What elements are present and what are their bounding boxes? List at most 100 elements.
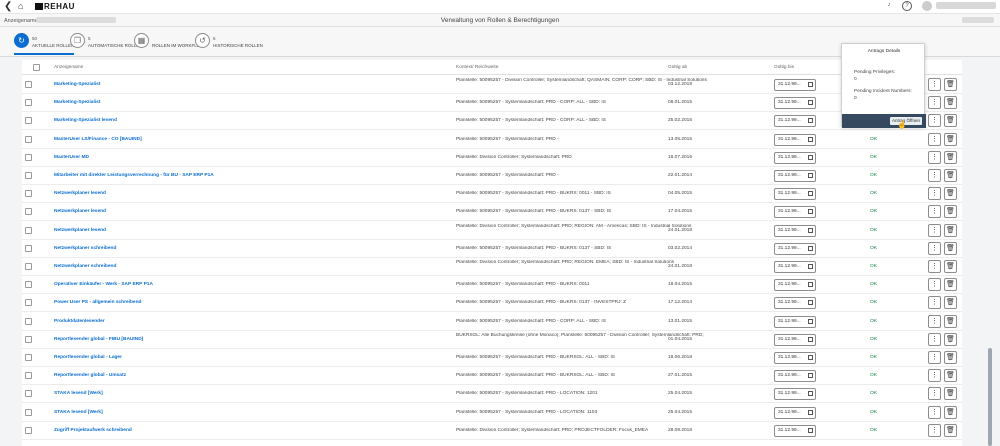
row-checkbox[interactable] bbox=[25, 426, 32, 434]
valid-to-date-input[interactable]: 31.12.99... bbox=[774, 79, 816, 91]
more-options-button[interactable]: ⋮ bbox=[928, 241, 941, 255]
delete-button[interactable]: 🗑 bbox=[944, 241, 957, 255]
calendar-icon[interactable] bbox=[808, 173, 813, 178]
delete-button[interactable]: 🗑 bbox=[944, 278, 957, 292]
calendar-icon[interactable] bbox=[808, 373, 813, 379]
table-row[interactable]: Zugriff Projektaufwerk schreibend Planste… bbox=[22, 422, 962, 440]
role-name-link[interactable]: Netzwerkplaner lesend bbox=[54, 191, 106, 196]
delete-button[interactable]: 🗑 bbox=[944, 260, 957, 273]
delete-button[interactable]: 🗑 bbox=[944, 114, 957, 128]
calendar-icon[interactable] bbox=[808, 245, 813, 251]
role-name-link[interactable]: Netzwerkplaner schreibend bbox=[54, 246, 116, 251]
row-checkbox[interactable] bbox=[25, 408, 32, 416]
delete-button[interactable]: 🗑 bbox=[944, 150, 957, 164]
delete-button[interactable]: 🗑 bbox=[944, 423, 957, 437]
more-options-button[interactable]: ⋮ bbox=[928, 205, 941, 219]
role-name-link[interactable]: Reportlesender global - Umsatz bbox=[54, 373, 126, 378]
row-checkbox[interactable] bbox=[25, 81, 32, 88]
role-name-link[interactable]: Marketing-Spezialist lesend bbox=[54, 118, 117, 123]
delete-button[interactable]: 🗑 bbox=[944, 96, 957, 110]
more-options-button[interactable]: ⋮ bbox=[928, 114, 941, 128]
calendar-icon[interactable] bbox=[808, 427, 813, 433]
role-name-link[interactable]: Mitarbeiter mit direkter Leistungsverrec… bbox=[54, 173, 214, 178]
calendar-icon[interactable] bbox=[808, 282, 813, 288]
row-checkbox[interactable] bbox=[25, 317, 32, 325]
valid-to-date-input[interactable]: 31.12.99... bbox=[774, 115, 816, 128]
more-options-button[interactable]: ⋮ bbox=[928, 132, 941, 146]
help-icon[interactable]: ? bbox=[902, 1, 912, 11]
calendar-icon[interactable] bbox=[808, 191, 813, 197]
role-name-link[interactable]: Power User PS - allgemein schreibend bbox=[54, 300, 141, 305]
calendar-icon[interactable] bbox=[808, 227, 813, 233]
row-checkbox[interactable] bbox=[25, 335, 32, 343]
row-checkbox[interactable] bbox=[25, 244, 32, 252]
table-row[interactable]: STAKA lesend [Werk] Planstelle: 50095257 … bbox=[22, 404, 962, 422]
delete-button[interactable]: 🗑 bbox=[944, 205, 957, 219]
mic-icon[interactable]: ♪ bbox=[884, 1, 894, 11]
more-options-button[interactable]: ⋮ bbox=[928, 405, 941, 419]
role-name-link[interactable]: STAKA lesend [Werk] bbox=[54, 410, 103, 415]
valid-to-date-input[interactable]: 31.12.99... bbox=[774, 424, 816, 437]
calendar-icon[interactable] bbox=[808, 118, 813, 124]
role-name-link[interactable]: MasterUser MD bbox=[54, 155, 89, 160]
table-row[interactable]: Reportlesender global - Lager Planstelle:… bbox=[22, 349, 962, 367]
scrollbar-thumb[interactable] bbox=[988, 348, 992, 446]
more-options-button[interactable]: ⋮ bbox=[928, 78, 941, 91]
table-row[interactable]: Netzwerkplaner schreibend Planstelle: Div… bbox=[22, 258, 962, 276]
valid-to-date-input[interactable]: 31.12.99... bbox=[774, 388, 816, 401]
delete-button[interactable]: 🗑 bbox=[944, 296, 957, 310]
table-row[interactable]: Mitarbeiter mit direkter Leistungsverrec… bbox=[22, 167, 962, 185]
table-row[interactable]: Marketing-Spezialist Planstelle: 50095257… bbox=[22, 76, 962, 94]
valid-to-date-input[interactable]: 31.12.99... bbox=[774, 242, 816, 255]
valid-to-date-input[interactable]: 31.12.99... bbox=[774, 352, 816, 364]
row-checkbox[interactable] bbox=[25, 226, 32, 234]
user-name[interactable] bbox=[936, 2, 996, 9]
valid-to-date-input[interactable]: 31.12.99... bbox=[774, 279, 816, 292]
more-options-button[interactable]: ⋮ bbox=[928, 96, 941, 110]
delete-button[interactable]: 🗑 bbox=[944, 405, 957, 419]
vertical-scrollbar[interactable] bbox=[987, 60, 993, 446]
valid-to-date-input[interactable]: 31.12.99... bbox=[774, 297, 816, 310]
calendar-icon[interactable] bbox=[808, 264, 813, 269]
table-row[interactable]: Netzwerkplaner lesend Planstelle: Divisio… bbox=[22, 222, 962, 240]
table-row[interactable]: Netzwerkplaner lesend Planstelle: 5009525… bbox=[22, 185, 962, 204]
role-name-link[interactable]: Netzwerkplaner schreibend bbox=[54, 264, 116, 269]
table-row[interactable]: Marketing-Spezialist Planstelle: 50095257… bbox=[22, 94, 962, 113]
calendar-icon[interactable] bbox=[808, 318, 813, 324]
valid-to-date-input[interactable]: 31.12.99... bbox=[774, 97, 816, 110]
more-options-button[interactable]: ⋮ bbox=[928, 169, 941, 182]
home-icon[interactable]: ⌂ bbox=[18, 1, 23, 11]
role-name-link[interactable]: Reportlesender global - FIBU [BAUIND] bbox=[54, 337, 143, 342]
delete-button[interactable]: 🗑 bbox=[944, 351, 957, 364]
more-options-button[interactable]: ⋮ bbox=[928, 369, 941, 383]
row-checkbox[interactable] bbox=[25, 172, 32, 179]
valid-to-date-input[interactable]: 31.12.99... bbox=[774, 333, 816, 346]
delete-button[interactable]: 🗑 bbox=[944, 387, 957, 401]
role-name-link[interactable]: MasterUser LS/Finance - CO [BAUIND] bbox=[54, 137, 142, 142]
table-row[interactable]: Netzwerkplaner lesend Planstelle: 5009525… bbox=[22, 203, 962, 222]
row-checkbox[interactable] bbox=[25, 281, 32, 289]
table-row[interactable]: MasterUser MD Planstelle: Division Contro… bbox=[22, 149, 962, 167]
row-checkbox[interactable] bbox=[25, 190, 32, 198]
valid-to-date-input[interactable]: 31.12.99... bbox=[774, 206, 816, 219]
calendar-icon[interactable] bbox=[808, 409, 813, 415]
calendar-icon[interactable] bbox=[808, 100, 813, 106]
row-checkbox[interactable] bbox=[25, 99, 32, 107]
table-row[interactable]: Power User PS - allgemein schreibend Plan… bbox=[22, 294, 962, 313]
avatar[interactable] bbox=[922, 1, 932, 11]
calendar-icon[interactable] bbox=[808, 336, 813, 342]
delete-button[interactable]: 🗑 bbox=[944, 369, 957, 383]
calendar-icon[interactable] bbox=[808, 209, 813, 215]
role-name-link[interactable]: Zugriff Projektaufwerk schreibend bbox=[54, 428, 132, 433]
valid-to-date-input[interactable]: 31.12.99... bbox=[774, 224, 816, 237]
more-options-button[interactable]: ⋮ bbox=[928, 296, 941, 310]
calendar-icon[interactable] bbox=[808, 355, 813, 360]
role-name-link[interactable]: Produktdatenlesender bbox=[54, 319, 105, 324]
calendar-icon[interactable] bbox=[808, 154, 813, 160]
row-checkbox[interactable] bbox=[25, 372, 32, 380]
delete-button[interactable]: 🗑 bbox=[944, 314, 957, 328]
row-checkbox[interactable] bbox=[25, 153, 32, 161]
more-options-button[interactable]: ⋮ bbox=[928, 223, 941, 237]
delete-button[interactable]: 🗑 bbox=[944, 78, 957, 91]
valid-to-date-input[interactable]: 31.12.99... bbox=[774, 188, 816, 201]
